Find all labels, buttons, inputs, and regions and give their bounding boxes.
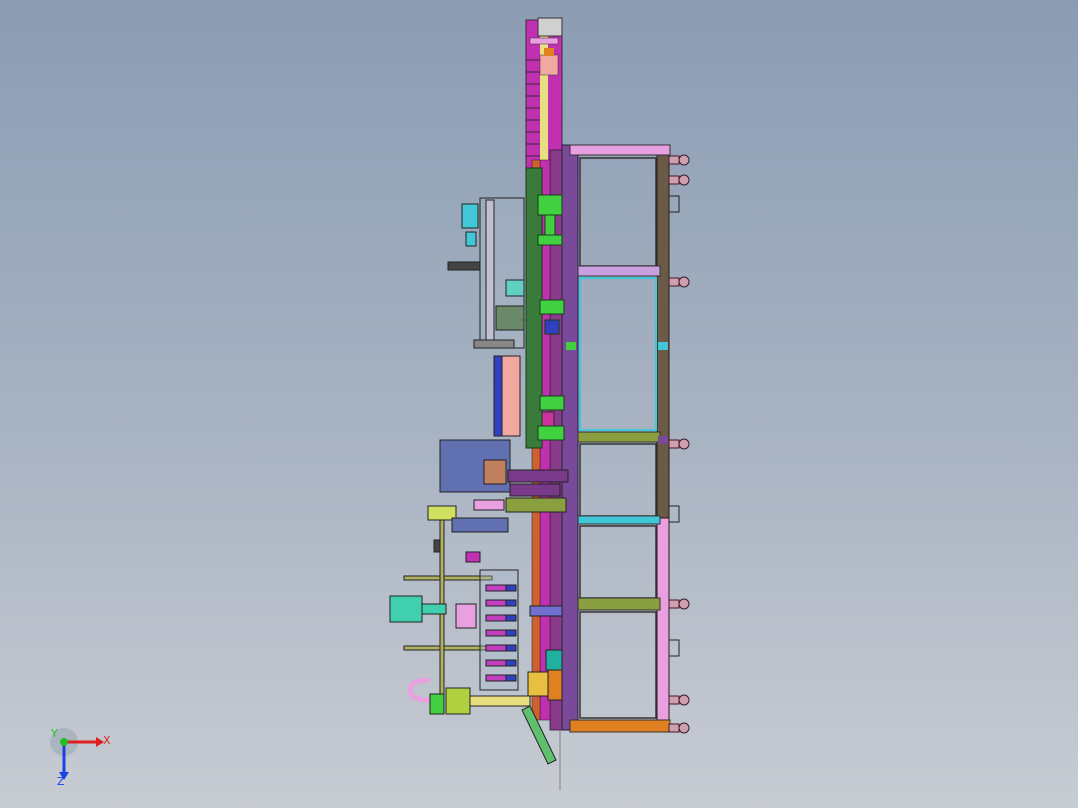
y-axis-label: Y xyxy=(51,727,58,740)
coordinate-triad: X Y Z xyxy=(50,728,120,790)
x-axis-label: X xyxy=(103,734,111,747)
frame-brackets xyxy=(669,195,680,657)
upper-sub-assembly xyxy=(447,197,525,349)
triad-y-axis xyxy=(60,738,68,746)
main-frame xyxy=(561,144,671,733)
machine-assembly-model[interactable] xyxy=(0,0,1078,808)
cad-viewport[interactable]: X Y Z xyxy=(0,0,1078,808)
z-axis-label: Z xyxy=(57,775,65,788)
vertical-mast xyxy=(525,17,563,171)
